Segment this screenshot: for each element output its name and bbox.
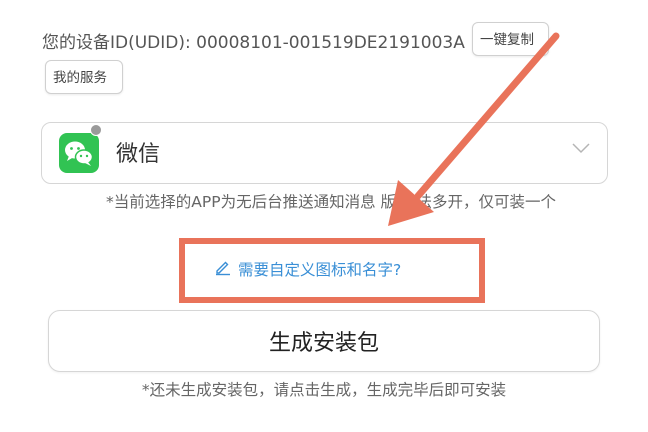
customize-icon-name-link[interactable]: 需要自定义图标和名字?	[214, 258, 401, 280]
edit-pencil-icon	[214, 258, 232, 280]
generate-button-label: 生成安装包	[268, 331, 379, 356]
selected-app-name: 微信	[116, 142, 161, 167]
wechat-icon	[59, 133, 99, 173]
generate-hint: *还未生成安装包，请点击生成，生成完毕后即可安装	[141, 381, 507, 399]
device-udid-label: 您的设备ID(UDID): 00008101-001519DE2191003A	[42, 22, 465, 58]
app-notice: *当前选择的APP为无后台推送通知消息 版 无法多开，仅可装一个	[106, 193, 556, 211]
udid-text: 您的设备ID(UDID): 00008101-001519DE2191003A	[42, 32, 465, 53]
chevron-down-icon[interactable]	[571, 140, 591, 159]
status-dot	[90, 124, 102, 136]
customize-link-label: 需要自定义图标和名字?	[238, 261, 402, 279]
generate-package-button[interactable]: 生成安装包	[48, 310, 600, 372]
copy-udid-button[interactable]: 一键复制	[472, 22, 549, 56]
my-service-button[interactable]: 我的服务	[45, 60, 123, 94]
